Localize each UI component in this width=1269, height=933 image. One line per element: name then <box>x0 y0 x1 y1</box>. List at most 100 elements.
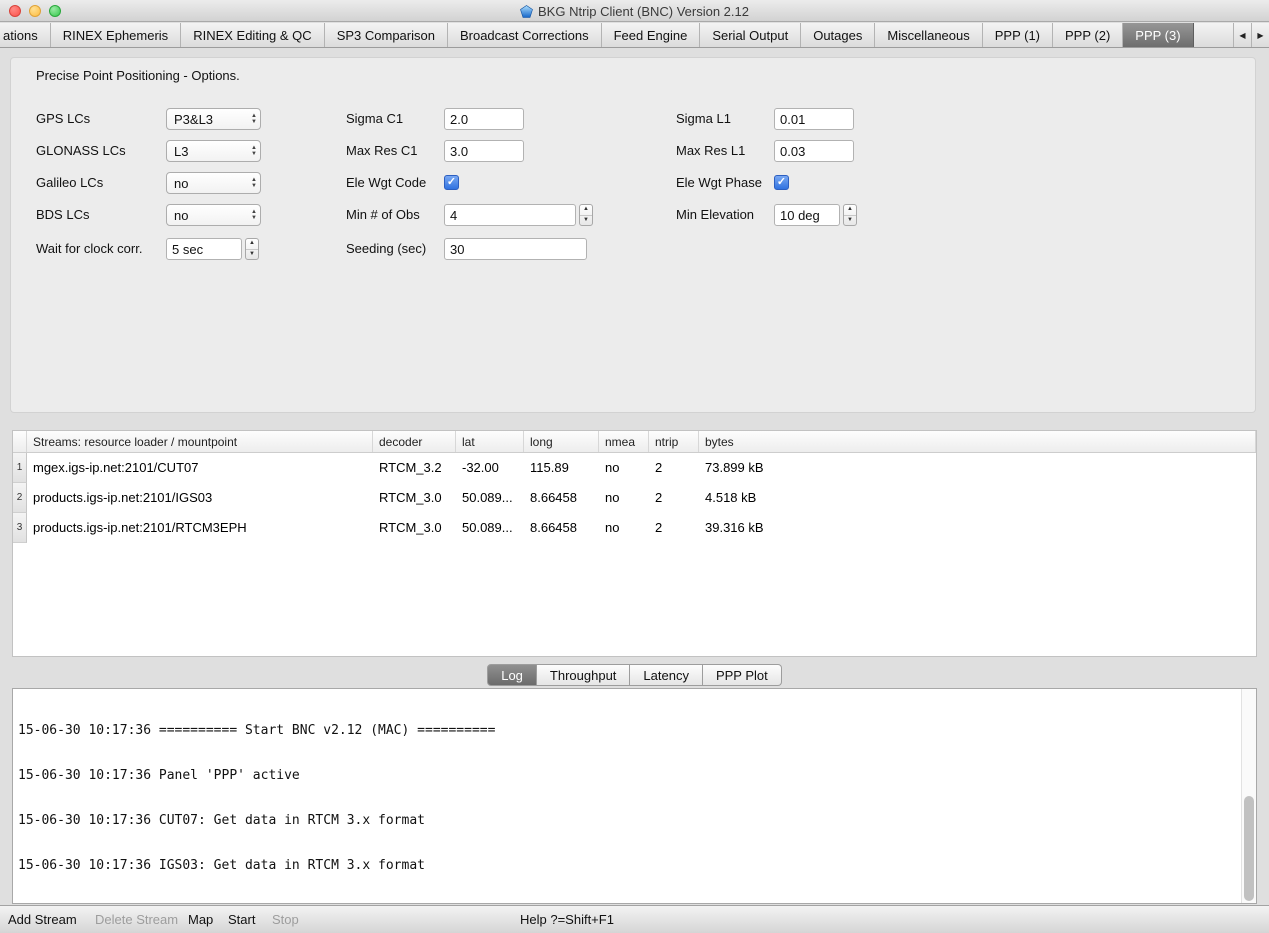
seeding-label: Seeding (sec) <box>346 238 426 260</box>
stepper-up-icon[interactable]: ▲ <box>246 239 258 250</box>
tab-scroll-right-button[interactable]: ▶ <box>1251 23 1269 47</box>
sigma-l1-input[interactable] <box>774 108 854 130</box>
min-elevation-stepper[interactable]: ▲ ▼ <box>843 204 857 226</box>
lat-column-header: lat <box>456 431 524 452</box>
log-line: 15-06-30 10:17:36 CUT07: Get data in RTC… <box>18 813 1252 828</box>
min-obs-input[interactable] <box>444 204 576 226</box>
stream-bytes: 73.899 kB <box>699 453 1256 483</box>
tab-ppp-2[interactable]: PPP (2) <box>1053 23 1123 47</box>
wait-clock-corr-input[interactable] <box>166 238 242 260</box>
row-number: 1 <box>13 453 27 483</box>
glonass-lcs-select[interactable]: L3 ▲▼ <box>166 140 261 162</box>
log-scrollbar-thumb[interactable] <box>1244 796 1254 901</box>
ele-wgt-code-checkbox[interactable]: ✓ <box>444 175 459 190</box>
ele-wgt-phase-checkbox[interactable]: ✓ <box>774 175 789 190</box>
tab-rinex-observations[interactable]: ations <box>0 23 51 47</box>
stepper-up-icon[interactable]: ▲ <box>580 205 592 216</box>
source-column-header: Streams: resource loader / mountpoint <box>27 431 373 452</box>
stream-long: 115.89 <box>524 453 599 483</box>
gps-lcs-value: P3&L3 <box>174 112 213 127</box>
help-button[interactable]: Help ?=Shift+F1 <box>520 906 614 933</box>
gps-lcs-label: GPS LCs <box>36 108 90 130</box>
sigma-c1-input[interactable] <box>444 108 524 130</box>
tab-serial-output[interactable]: Serial Output <box>700 23 801 47</box>
tab-latency[interactable]: Latency <box>630 664 703 686</box>
max-res-c1-label: Max Res C1 <box>346 140 418 162</box>
tab-ppp-plot[interactable]: PPP Plot <box>703 664 782 686</box>
tab-miscellaneous[interactable]: Miscellaneous <box>875 23 982 47</box>
title-bar: BKG Ntrip Client (BNC) Version 2.12 <box>0 0 1269 22</box>
panel-title: Precise Point Positioning - Options. <box>36 68 240 83</box>
row-number: 2 <box>13 483 27 513</box>
min-elevation-label: Min Elevation <box>676 204 754 226</box>
tab-outages[interactable]: Outages <box>801 23 875 47</box>
stream-source: mgex.igs-ip.net:2101/CUT07 <box>27 453 373 483</box>
stream-long: 8.66458 <box>524 483 599 513</box>
max-res-l1-input[interactable] <box>774 140 854 162</box>
view-tab-bar: Log Throughput Latency PPP Plot <box>0 664 1269 686</box>
stream-ntrip: 2 <box>649 483 699 513</box>
galileo-lcs-select[interactable]: no ▲▼ <box>166 172 261 194</box>
decoder-column-header: decoder <box>373 431 456 452</box>
stream-row[interactable]: 3 products.igs-ip.net:2101/RTCM3EPH RTCM… <box>13 513 1256 543</box>
galileo-lcs-label: Galileo LCs <box>36 172 103 194</box>
max-res-c1-input[interactable] <box>444 140 524 162</box>
log-text: 15-06-30 10:17:36 ========== Start BNC v… <box>13 689 1256 904</box>
tab-sp3-comparison[interactable]: SP3 Comparison <box>325 23 448 47</box>
close-button[interactable] <box>9 5 21 17</box>
max-res-l1-label: Max Res L1 <box>676 140 745 162</box>
log-panel: 15-06-30 10:17:36 ========== Start BNC v… <box>12 688 1257 904</box>
stream-nmea: no <box>599 513 649 543</box>
main-tab-bar: ations RINEX Ephemeris RINEX Editing & Q… <box>0 23 1269 48</box>
log-scrollbar[interactable] <box>1241 689 1256 903</box>
log-line: 15-06-30 10:17:36 Panel 'PPP' active <box>18 768 1252 783</box>
tab-throughput[interactable]: Throughput <box>537 664 631 686</box>
combo-arrows-icon: ▲▼ <box>251 145 257 157</box>
row-number: 3 <box>13 513 27 543</box>
bds-lcs-select[interactable]: no ▲▼ <box>166 204 261 226</box>
window-title: BKG Ntrip Client (BNC) Version 2.12 <box>538 4 749 19</box>
start-button[interactable]: Start <box>228 906 255 933</box>
min-obs-stepper[interactable]: ▲ ▼ <box>579 204 593 226</box>
map-button[interactable]: Map <box>188 906 213 933</box>
stream-nmea: no <box>599 483 649 513</box>
delete-stream-button[interactable]: Delete Stream <box>95 906 178 933</box>
stepper-down-icon[interactable]: ▼ <box>844 216 856 226</box>
stream-nmea: no <box>599 453 649 483</box>
tab-scroll-left-button[interactable]: ◀ <box>1233 23 1251 47</box>
streams-table: Streams: resource loader / mountpoint de… <box>12 430 1257 657</box>
bytes-column-header: bytes <box>699 431 1256 452</box>
min-elevation-input[interactable] <box>774 204 840 226</box>
add-stream-button[interactable]: Add Stream <box>8 906 77 933</box>
stream-row[interactable]: 1 mgex.igs-ip.net:2101/CUT07 RTCM_3.2 -3… <box>13 453 1256 483</box>
glonass-lcs-label: GLONASS LCs <box>36 140 126 162</box>
gps-lcs-select[interactable]: P3&L3 ▲▼ <box>166 108 261 130</box>
stream-row[interactable]: 2 products.igs-ip.net:2101/IGS03 RTCM_3.… <box>13 483 1256 513</box>
tab-broadcast-corrections[interactable]: Broadcast Corrections <box>448 23 602 47</box>
stepper-down-icon[interactable]: ▼ <box>580 216 592 226</box>
stream-lat: 50.089... <box>456 483 524 513</box>
nmea-column-header: nmea <box>599 431 649 452</box>
tab-ppp-3[interactable]: PPP (3) <box>1123 23 1193 47</box>
minimize-button[interactable] <box>29 5 41 17</box>
tab-log[interactable]: Log <box>487 664 537 686</box>
tab-rinex-editing-qc[interactable]: RINEX Editing & QC <box>181 23 325 47</box>
corner-header <box>13 431 27 452</box>
seeding-input[interactable] <box>444 238 587 260</box>
stream-long: 8.66458 <box>524 513 599 543</box>
ntrip-column-header: ntrip <box>649 431 699 452</box>
stepper-down-icon[interactable]: ▼ <box>246 250 258 260</box>
wait-clock-corr-label: Wait for clock corr. <box>36 238 142 260</box>
tab-ppp-1[interactable]: PPP (1) <box>983 23 1053 47</box>
bds-lcs-value: no <box>174 208 188 223</box>
tab-rinex-ephemeris[interactable]: RINEX Ephemeris <box>51 23 181 47</box>
stream-lat: -32.00 <box>456 453 524 483</box>
stop-button[interactable]: Stop <box>272 906 299 933</box>
wait-clock-corr-stepper[interactable]: ▲ ▼ <box>245 238 259 260</box>
stepper-up-icon[interactable]: ▲ <box>844 205 856 216</box>
app-icon <box>520 5 533 18</box>
zoom-button[interactable] <box>49 5 61 17</box>
ele-wgt-code-label: Ele Wgt Code <box>346 172 426 194</box>
stream-ntrip: 2 <box>649 513 699 543</box>
tab-feed-engine[interactable]: Feed Engine <box>602 23 701 47</box>
